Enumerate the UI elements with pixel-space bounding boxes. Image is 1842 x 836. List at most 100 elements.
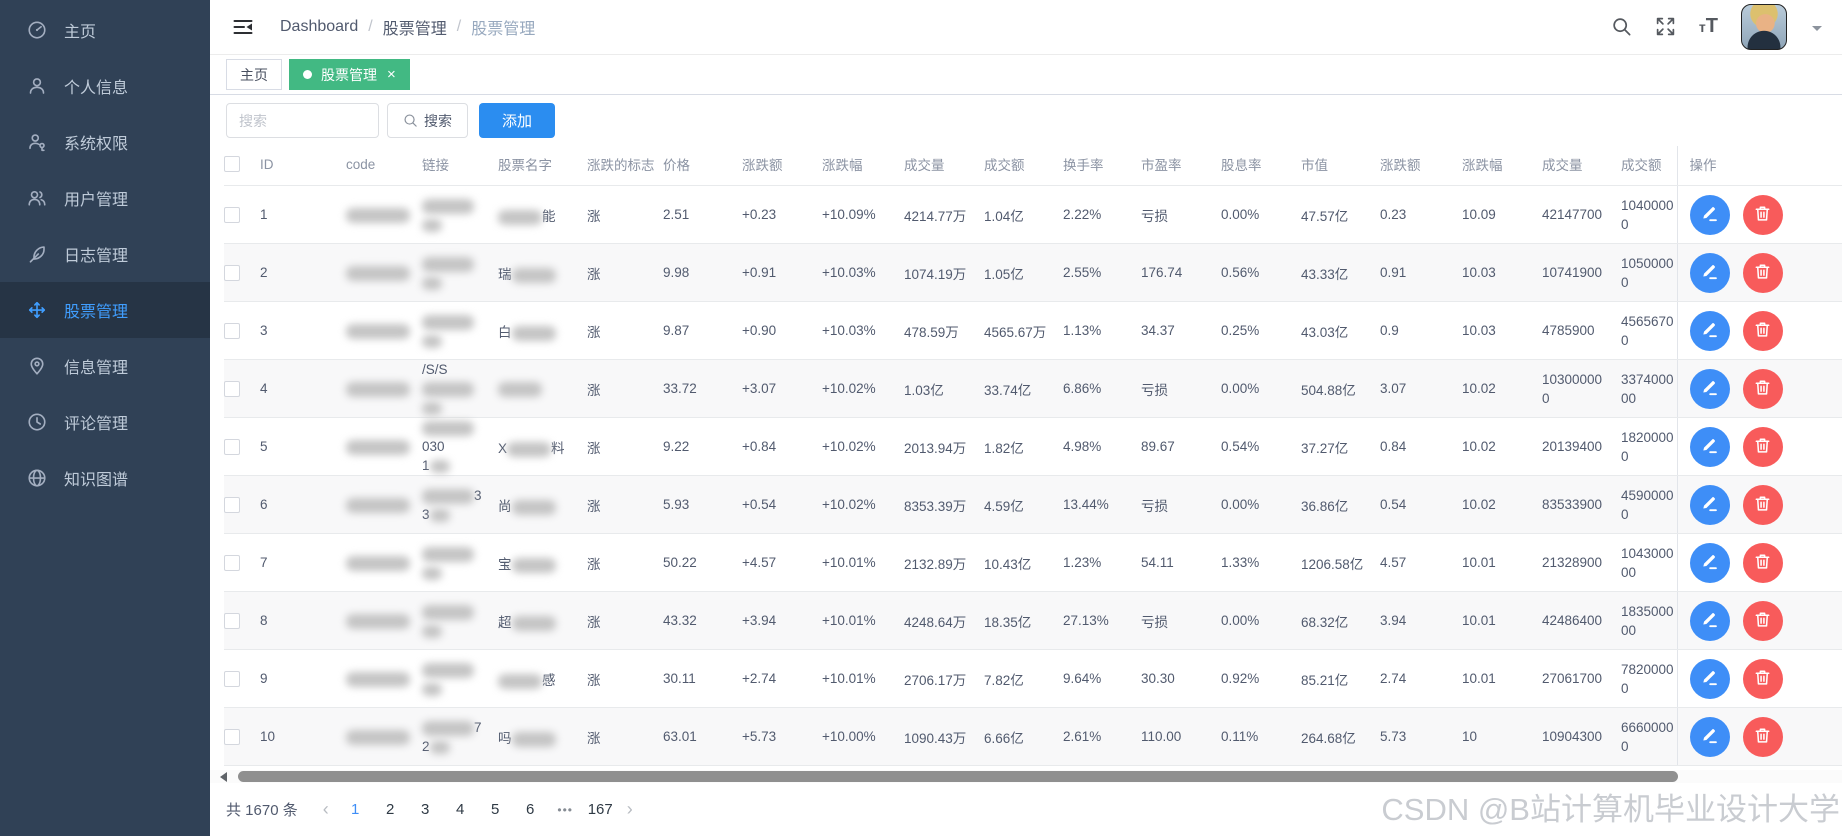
sidebar-item-1[interactable]: 个人信息 xyxy=(0,58,210,114)
row-checkbox[interactable] xyxy=(224,438,240,455)
page-number-4[interactable]: 4 xyxy=(447,801,474,818)
sidebar-item-6[interactable]: 信息管理 xyxy=(0,338,210,394)
breadcrumb-item-1[interactable]: 股票管理 xyxy=(383,15,447,39)
delete-button[interactable] xyxy=(1742,658,1783,699)
delete-button[interactable] xyxy=(1742,600,1783,641)
blurred-code xyxy=(346,613,410,629)
cell-change-percent: +10.02% xyxy=(822,359,904,419)
column-header-4: 涨跌的标志 xyxy=(587,146,663,187)
edit-button[interactable] xyxy=(1689,542,1730,583)
cell-price: 63.01 xyxy=(663,707,742,767)
breadcrumb-item-0[interactable]: Dashboard xyxy=(280,18,358,36)
table-row: 2 瑞 涨 9.98 +0.91 +10.03% 1074.19万 1.05亿 2.55% 176… xyxy=(224,243,1842,303)
row-checkbox[interactable] xyxy=(224,206,240,223)
edit-button[interactable] xyxy=(1689,426,1730,467)
blurred-link-blob xyxy=(422,218,442,232)
scroll-left-arrow-icon[interactable] xyxy=(215,771,227,782)
tab-0[interactable]: 主页 xyxy=(226,59,282,91)
edit-button[interactable] xyxy=(1689,310,1730,351)
blurred-name xyxy=(511,325,556,341)
sidebar-item-5[interactable]: 股票管理 xyxy=(0,282,210,338)
trash-icon xyxy=(1753,552,1772,574)
add-button[interactable]: 添加 xyxy=(479,103,556,139)
row-checkbox[interactable] xyxy=(224,728,240,745)
blurred-link-blob xyxy=(422,198,474,214)
name-fragment: 超 xyxy=(498,614,512,630)
delete-button[interactable] xyxy=(1742,542,1783,583)
row-checkbox[interactable] xyxy=(224,322,240,339)
cell-actions xyxy=(1676,243,1842,303)
page-number-6[interactable]: 6 xyxy=(517,801,544,818)
trash-icon xyxy=(1753,378,1772,400)
delete-button[interactable] xyxy=(1742,716,1783,757)
hamburger-menu-icon[interactable] xyxy=(232,17,254,37)
sidebar-item-8[interactable]: 知识图谱 xyxy=(0,450,210,506)
page-number-1[interactable]: 1 xyxy=(342,801,369,818)
blurred-code xyxy=(346,497,410,513)
cell-change-amount: +0.91 xyxy=(742,243,822,303)
link-fragment: 3 xyxy=(422,506,430,522)
horizontal-scrollbar[interactable] xyxy=(210,770,1842,783)
delete-button[interactable] xyxy=(1742,194,1783,235)
search-icon[interactable] xyxy=(1611,16,1632,37)
row-checkbox[interactable] xyxy=(224,612,240,629)
cell-amount: 1.05亿 xyxy=(984,243,1063,303)
fullscreen-icon[interactable] xyxy=(1655,16,1676,37)
row-checkbox[interactable] xyxy=(224,554,240,571)
chevron-down-icon[interactable] xyxy=(1812,25,1822,36)
page-number-167[interactable]: 167 xyxy=(587,801,614,818)
edit-button[interactable] xyxy=(1689,658,1730,699)
pager-ellipsis[interactable]: ••• xyxy=(552,803,579,817)
user-avatar[interactable] xyxy=(1741,3,1787,50)
row-checkbox[interactable] xyxy=(224,670,240,687)
cell-volume-raw: 4785900 xyxy=(1542,301,1621,361)
cell-code xyxy=(346,185,422,245)
search-button[interactable]: 搜索 xyxy=(387,103,468,139)
sidebar-item-0[interactable]: 主页 xyxy=(0,2,210,58)
cell-link: 33 xyxy=(422,475,498,535)
edit-button[interactable] xyxy=(1689,252,1730,293)
sidebar-item-4[interactable]: 日志管理 xyxy=(0,226,210,282)
edit-button[interactable] xyxy=(1689,716,1730,757)
sidebar-item-7[interactable]: 评论管理 xyxy=(0,394,210,450)
blurred-link-line1 xyxy=(422,660,496,679)
font-size-icon[interactable]: тT xyxy=(1699,15,1718,38)
blurred-link-blob xyxy=(422,402,442,416)
cell-id: 6 xyxy=(260,475,346,535)
delete-button[interactable] xyxy=(1742,310,1783,351)
cell-volume-raw: 21328900 xyxy=(1542,533,1621,593)
edit-button[interactable] xyxy=(1689,600,1730,641)
tab-1[interactable]: 股票管理 × xyxy=(289,59,410,91)
select-all-checkbox[interactable] xyxy=(224,156,240,173)
tag-tabs-bar: 主页 股票管理 × xyxy=(210,54,1842,96)
scrollbar-thumb[interactable] xyxy=(238,771,1678,783)
row-checkbox[interactable] xyxy=(224,380,240,397)
search-input[interactable] xyxy=(226,103,379,139)
page-number-3[interactable]: 3 xyxy=(412,801,439,818)
delete-button[interactable] xyxy=(1742,426,1783,467)
chevron-right-icon[interactable]: › xyxy=(627,799,633,820)
tab-close-icon[interactable]: × xyxy=(387,67,396,82)
sidebar-item-2[interactable]: 系统权限 xyxy=(0,114,210,170)
delete-button[interactable] xyxy=(1742,484,1783,525)
chevron-left-icon[interactable]: ‹ xyxy=(323,799,329,820)
sidebar-item-3[interactable]: 用户管理 xyxy=(0,170,210,226)
cell-stock-name: 宝 xyxy=(498,533,587,593)
cell-change-percent: +10.01% xyxy=(822,649,904,709)
cell-change-amount: +2.74 xyxy=(742,649,822,709)
knowledge-globe-icon xyxy=(27,468,47,488)
table-row: 8 超 涨 43.32 +3.94 +10.01% 4248.64万 18.35亿 27.13%… xyxy=(224,591,1842,651)
cell-dividend-yield: 0.56% xyxy=(1221,243,1301,303)
page-number-2[interactable]: 2 xyxy=(377,801,404,818)
delete-button[interactable] xyxy=(1742,368,1783,409)
delete-button[interactable] xyxy=(1742,252,1783,293)
edit-button[interactable] xyxy=(1689,194,1730,235)
row-checkbox[interactable] xyxy=(224,264,240,281)
edit-button[interactable] xyxy=(1689,484,1730,525)
edit-button[interactable] xyxy=(1689,368,1730,409)
cell-actions xyxy=(1676,359,1842,419)
row-checkbox[interactable] xyxy=(224,496,240,513)
blurred-link-line1: 3 xyxy=(422,486,496,505)
cell-actions xyxy=(1676,707,1842,767)
page-number-5[interactable]: 5 xyxy=(482,801,509,818)
